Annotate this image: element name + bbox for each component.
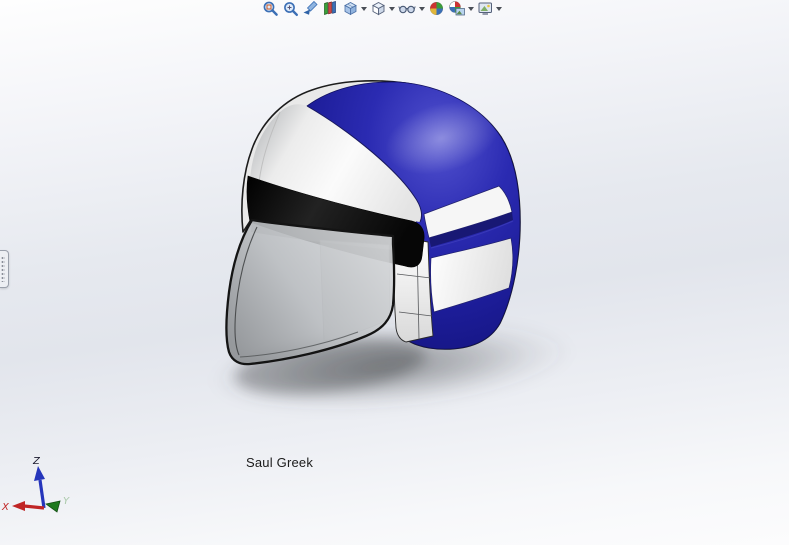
triad-z-label: Z <box>32 456 41 467</box>
collapsed-panel-tab[interactable] <box>0 250 9 288</box>
view-orientation-button[interactable] <box>342 0 367 17</box>
display-style-dropdown-arrow[interactable] <box>389 6 395 11</box>
triad-x-axis <box>23 504 45 510</box>
zoom-to-area-button[interactable] <box>282 0 299 17</box>
hide-show-items-dropdown-arrow[interactable] <box>419 6 425 11</box>
model-annotation-text[interactable]: Saul Greek <box>246 455 313 470</box>
zoom-to-fit-icon <box>263 1 278 16</box>
hide-show-items-button[interactable] <box>398 0 425 17</box>
previous-view-icon <box>303 0 318 15</box>
reference-triad: Z X Y <box>1 456 70 513</box>
apply-scene-dropdown-arrow[interactable] <box>468 6 474 11</box>
heads-up-view-toolbar <box>262 0 502 17</box>
view-orientation-dropdown-arrow[interactable] <box>361 6 367 11</box>
triad-y-arrowhead <box>45 500 61 513</box>
grip-dots-icon <box>1 256 5 282</box>
apply-scene-button[interactable] <box>448 0 474 17</box>
display-style-button[interactable] <box>370 0 395 17</box>
section-view-button[interactable] <box>322 0 339 17</box>
edit-appearance-button[interactable] <box>428 0 445 17</box>
view-settings-dropdown-arrow[interactable] <box>496 6 502 11</box>
triad-z-axis <box>38 479 46 509</box>
triad-x-arrowhead <box>12 501 25 511</box>
section-view-icon <box>324 1 336 15</box>
previous-view-button[interactable] <box>302 0 319 17</box>
edit-appearance-icon <box>429 1 444 16</box>
triad-y-label: Y <box>63 496 70 507</box>
viewport-3d[interactable] <box>0 0 789 545</box>
triad-z-arrowhead <box>34 466 45 481</box>
display-style-icon <box>372 1 385 16</box>
hide-show-items-icon <box>398 5 416 14</box>
view-settings-button[interactable] <box>477 0 502 17</box>
view-orientation-icon <box>344 2 357 16</box>
zoom-to-fit-button[interactable] <box>262 0 279 17</box>
triad-x-label: X <box>1 502 10 513</box>
zoom-to-area-icon <box>284 2 299 17</box>
view-settings-icon <box>478 2 492 15</box>
apply-scene-icon <box>449 1 465 16</box>
helmet-model[interactable] <box>225 80 521 366</box>
